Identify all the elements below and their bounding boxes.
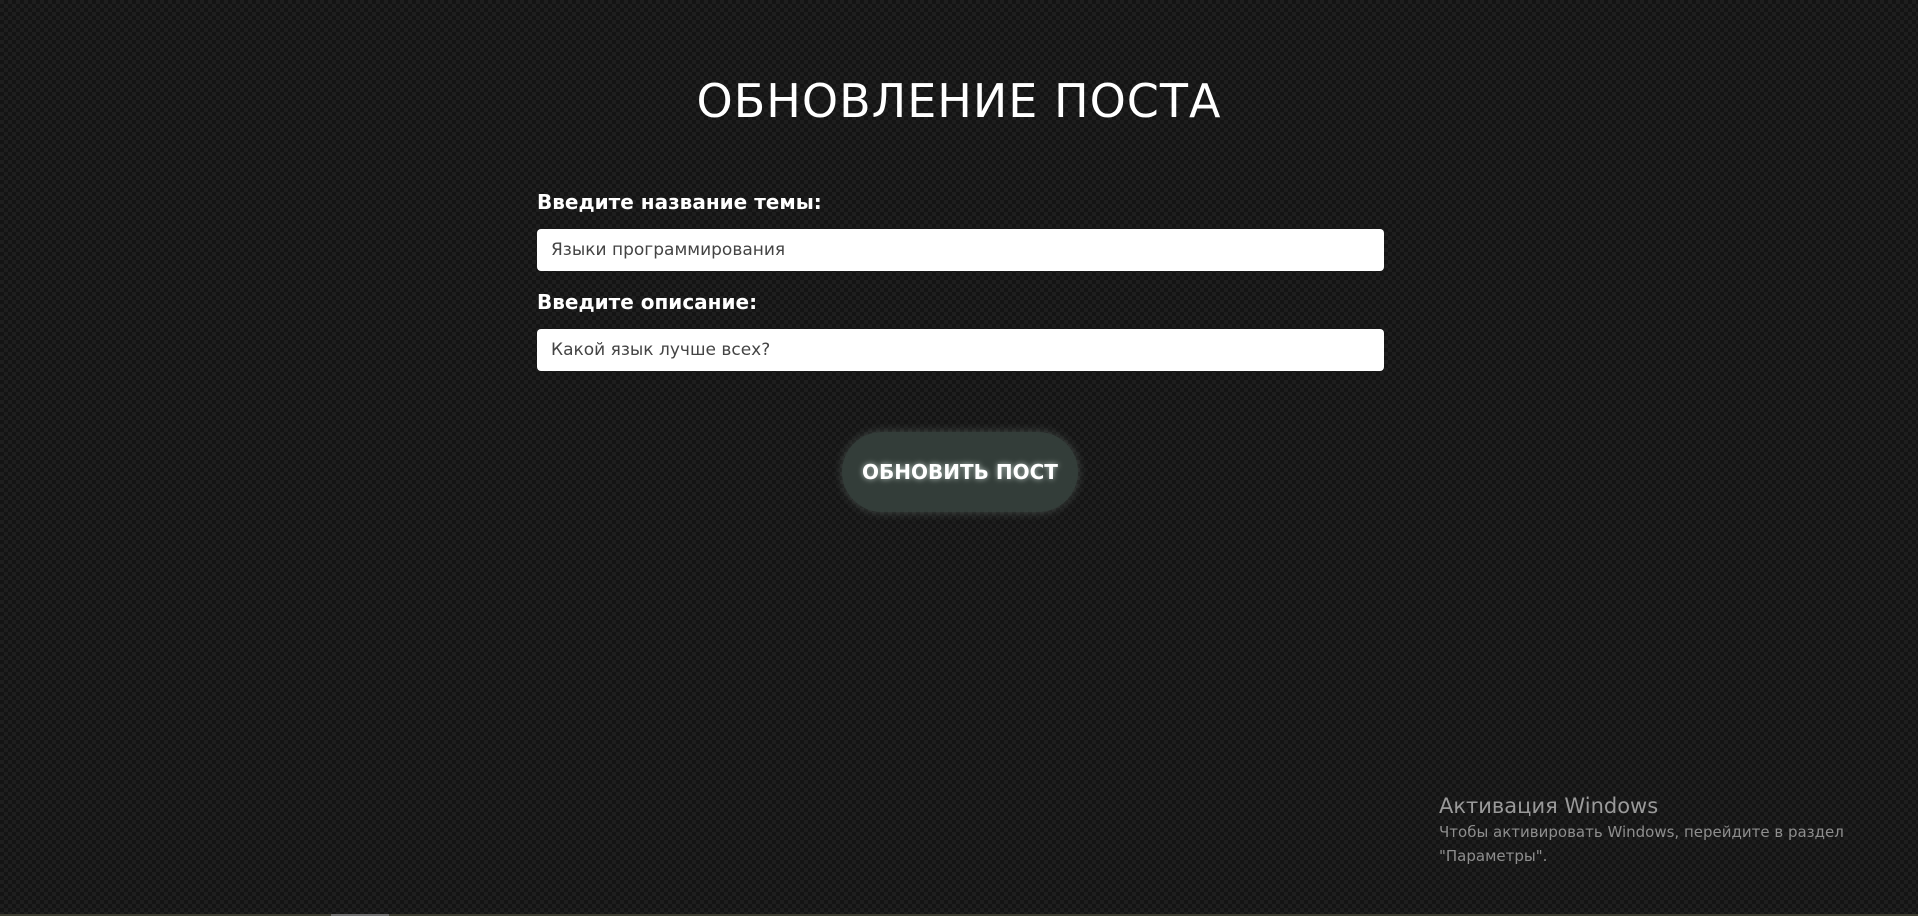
windows-activation-text-line1: Чтобы активировать Windows, перейдите в … [1439, 823, 1844, 841]
page-title: ОБНОВЛЕНИЕ ПОСТА [696, 74, 1222, 128]
update-post-form: Введите название темы: Введите описание: [537, 188, 1384, 388]
description-input[interactable] [537, 329, 1384, 371]
windows-activation-text-line2: "Параметры". [1439, 847, 1548, 865]
windows-activation-title: Активация Windows [1439, 794, 1659, 818]
topic-label: Введите название темы: [537, 190, 822, 214]
description-label: Введите описание: [537, 290, 758, 314]
update-post-button[interactable]: ОБНОВИТЬ ПОСТ [842, 432, 1078, 512]
topic-input[interactable] [537, 229, 1384, 271]
windows-activation-watermark: Активация Windows Чтобы активировать Win… [1439, 792, 1859, 868]
